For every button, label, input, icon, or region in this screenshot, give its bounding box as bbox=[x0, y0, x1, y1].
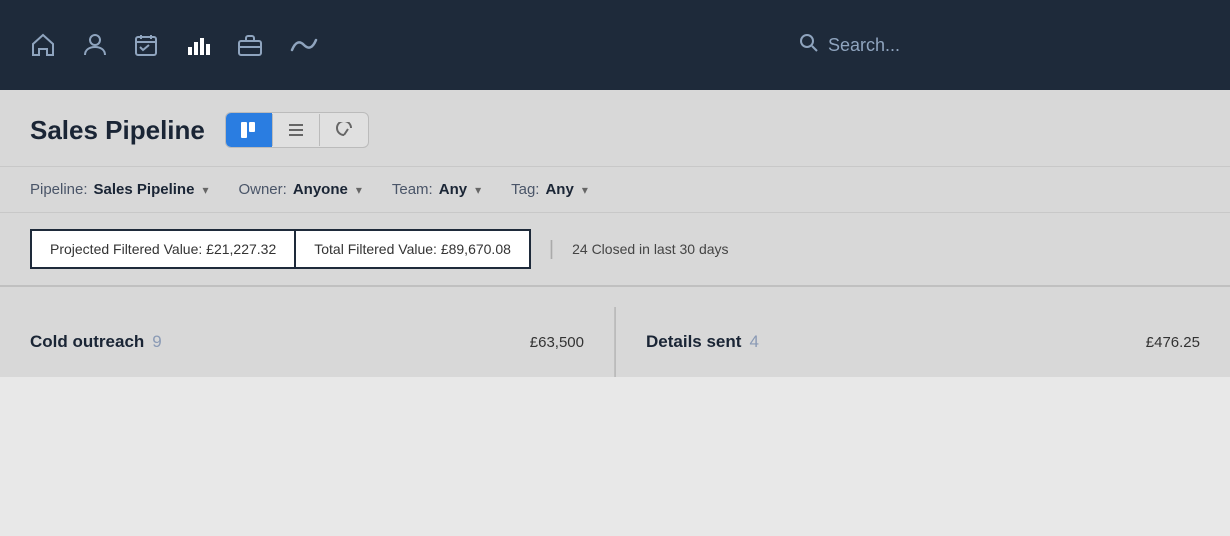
total-value: £89,670.08 bbox=[441, 241, 511, 257]
pipeline-filter-label: Pipeline: bbox=[30, 181, 88, 198]
search-input[interactable] bbox=[828, 35, 1128, 56]
owner-filter[interactable]: Owner: Anyone ▾ bbox=[238, 181, 391, 198]
pipeline-col-details-sent: Details sent 4 £476.25 bbox=[616, 307, 1230, 377]
stats-row: Projected Filtered Value: £21,227.32 Tot… bbox=[0, 213, 1230, 287]
briefcase-icon[interactable] bbox=[238, 34, 262, 56]
team-filter[interactable]: Team: Any ▾ bbox=[392, 181, 511, 198]
view-toggle-group bbox=[225, 112, 369, 148]
projected-value-box: Projected Filtered Value: £21,227.32 bbox=[30, 229, 294, 269]
page-header: Sales Pipeline bbox=[0, 90, 1230, 167]
team-filter-label: Team: bbox=[392, 181, 433, 198]
stats-separator: | bbox=[549, 238, 554, 261]
list-view-button[interactable] bbox=[272, 114, 319, 146]
details-sent-count: 4 bbox=[749, 332, 758, 352]
filters-row: Pipeline: Sales Pipeline ▾ Owner: Anyone… bbox=[0, 167, 1230, 213]
dashboard-view-button[interactable] bbox=[319, 114, 368, 146]
details-sent-left: Details sent 4 bbox=[646, 332, 759, 352]
projected-value: £21,227.32 bbox=[206, 241, 276, 257]
details-sent-value: £476.25 bbox=[1146, 334, 1200, 351]
tag-filter-label: Tag: bbox=[511, 181, 539, 198]
pipeline-col-cold-outreach: Cold outreach 9 £63,500 bbox=[0, 307, 615, 377]
kanban-view-button[interactable] bbox=[226, 113, 272, 147]
tag-filter-chevron: ▾ bbox=[582, 183, 588, 197]
pipeline-filter-value: Sales Pipeline bbox=[94, 181, 195, 198]
search-bar bbox=[800, 34, 1200, 57]
tag-filter-value: Any bbox=[545, 181, 573, 198]
cold-outreach-count: 9 bbox=[152, 332, 161, 352]
cold-outreach-value: £63,500 bbox=[530, 334, 584, 351]
main-content: Sales Pipeline bbox=[0, 90, 1230, 377]
chart-bar-icon[interactable] bbox=[186, 33, 210, 57]
calendar-icon[interactable] bbox=[134, 33, 158, 57]
team-filter-chevron: ▾ bbox=[475, 183, 481, 197]
projected-label: Projected Filtered Value: bbox=[50, 241, 202, 257]
top-navigation bbox=[0, 0, 1230, 90]
team-filter-value: Any bbox=[439, 181, 467, 198]
owner-filter-label: Owner: bbox=[238, 181, 286, 198]
total-label: Total Filtered Value: bbox=[314, 241, 437, 257]
total-value-box: Total Filtered Value: £89,670.08 bbox=[294, 229, 531, 269]
owner-filter-value: Anyone bbox=[293, 181, 348, 198]
tag-filter[interactable]: Tag: Any ▾ bbox=[511, 181, 618, 198]
details-sent-name: Details sent bbox=[646, 332, 741, 352]
page-title: Sales Pipeline bbox=[30, 115, 205, 146]
trending-icon[interactable] bbox=[290, 34, 318, 56]
cold-outreach-name: Cold outreach bbox=[30, 332, 144, 352]
search-icon bbox=[800, 34, 818, 57]
cold-outreach-left: Cold outreach 9 bbox=[30, 332, 162, 352]
pipeline-columns-row: Cold outreach 9 £63,500 Details sent 4 £… bbox=[0, 287, 1230, 377]
closed-count-text: 24 Closed in last 30 days bbox=[572, 231, 728, 267]
nav-icon-group bbox=[30, 33, 770, 57]
home-icon[interactable] bbox=[30, 33, 56, 57]
pipeline-filter[interactable]: Pipeline: Sales Pipeline ▾ bbox=[30, 181, 238, 198]
owner-filter-chevron: ▾ bbox=[356, 183, 362, 197]
pipeline-filter-chevron: ▾ bbox=[202, 183, 208, 197]
person-icon[interactable] bbox=[84, 33, 106, 57]
